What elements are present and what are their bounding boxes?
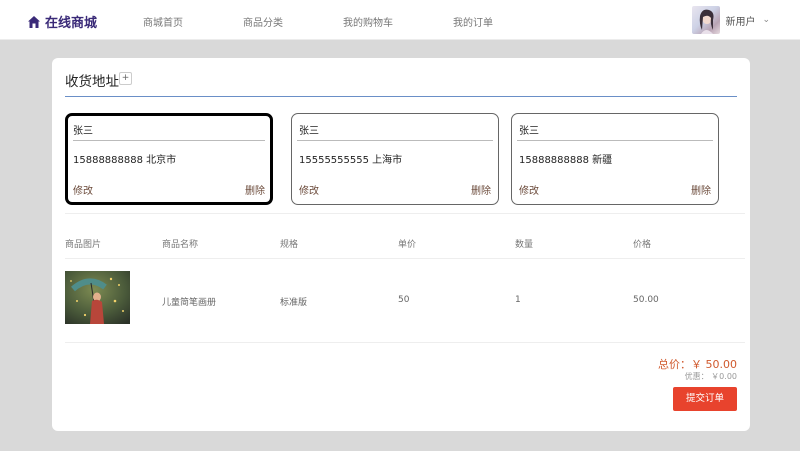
product-quantity: 1 [515, 295, 521, 305]
brand-name: 在线商城 [45, 16, 98, 31]
product-unit-price: 50 [398, 295, 410, 305]
product-name: 儿童简笔画册 [162, 298, 217, 308]
address-divider [73, 140, 265, 141]
product-thumbnail [65, 271, 130, 324]
avatar[interactable] [692, 6, 721, 34]
discount-amount: 优惠： ￥0.00 [684, 372, 737, 381]
edit-address-link[interactable]: 修改 [519, 182, 539, 197]
col-header-price: 价格 [633, 240, 652, 250]
nav-categories[interactable]: 商品分类 [243, 14, 283, 29]
edit-address-link[interactable]: 修改 [299, 182, 319, 197]
col-header-name: 商品名称 [162, 240, 199, 250]
address-name: 张三 [73, 126, 93, 137]
edit-address-link[interactable]: 修改 [73, 182, 93, 197]
checkout-card: 收货地址 + 张三 15888888888 北京市 修改 删除 张三 15555… [52, 58, 750, 431]
address-info: 15555555555 上海市 [299, 155, 403, 166]
address-name: 张三 [519, 126, 539, 137]
total-price: 总价：￥ 50.00 [658, 358, 737, 371]
product-spec: 标准版 [280, 298, 308, 308]
address-info: 15888888888 新疆 [519, 155, 613, 166]
product-image[interactable] [65, 271, 130, 324]
section-divider [65, 213, 745, 214]
col-header-image: 商品图片 [65, 240, 102, 250]
brand-logo[interactable]: 在线商城 [27, 12, 97, 31]
top-navbar: 在线商城 商城首页 商品分类 我的购物车 我的订单 新用户 ⌄ [0, 0, 800, 40]
title-divider [65, 96, 737, 97]
delete-address-link[interactable]: 删除 [245, 182, 265, 197]
col-header-quantity: 数量 [515, 240, 534, 250]
col-header-unit-price: 单价 [398, 240, 417, 250]
table-header-divider [65, 258, 745, 259]
home-icon [28, 15, 40, 28]
address-divider [517, 140, 713, 141]
address-info: 15888888888 北京市 [73, 155, 177, 166]
address-card-selected[interactable]: 张三 15888888888 北京市 修改 删除 [65, 113, 273, 205]
col-header-spec: 规格 [280, 240, 299, 250]
delete-address-link[interactable]: 删除 [691, 182, 711, 197]
delete-address-link[interactable]: 删除 [471, 182, 491, 197]
nav-orders[interactable]: 我的订单 [453, 14, 493, 29]
address-card[interactable]: 张三 15555555555 上海市 修改 删除 [291, 113, 499, 205]
address-card[interactable]: 张三 15888888888 新疆 修改 删除 [511, 113, 719, 205]
username: 新用户 [725, 16, 756, 28]
address-divider [297, 140, 493, 141]
table-bottom-divider [65, 342, 745, 343]
nav-cart[interactable]: 我的购物车 [343, 14, 393, 29]
address-section-title: 收货地址 [65, 74, 119, 90]
product-price: 50.00 [633, 295, 659, 305]
address-name: 张三 [299, 126, 319, 137]
submit-order-button[interactable]: 提交订单 [673, 387, 737, 411]
chevron-down-icon[interactable]: ⌄ [762, 15, 770, 25]
user-menu[interactable]: 新用户 ⌄ [692, 6, 770, 34]
add-address-button[interactable]: + [119, 72, 132, 85]
avatar-image [700, 9, 714, 34]
nav-home[interactable]: 商城首页 [143, 14, 183, 29]
